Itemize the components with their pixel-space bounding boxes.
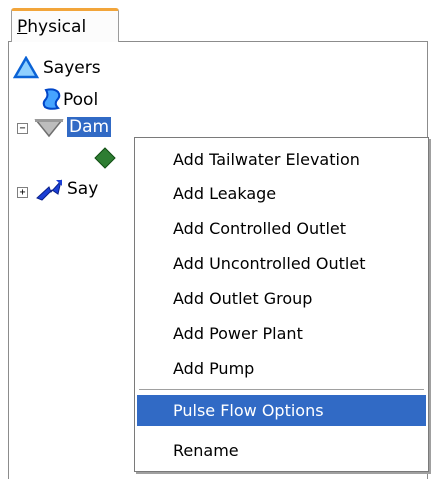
menu-separator bbox=[139, 389, 424, 391]
reach-icon bbox=[34, 178, 64, 206]
menu-item-add-tailwater-elevation[interactable]: Add Tailwater Elevation bbox=[137, 144, 426, 175]
dam-icon bbox=[34, 117, 64, 143]
tree-item-label: Pool bbox=[63, 90, 99, 110]
context-menu: Add Tailwater Elevation Add Leakage Add … bbox=[134, 137, 429, 472]
tree-item-label: Say bbox=[67, 179, 99, 199]
triangle-icon bbox=[12, 55, 40, 84]
pool-icon bbox=[41, 87, 63, 115]
tab-label: Physical bbox=[17, 17, 87, 37]
tab-physical[interactable]: Physical bbox=[11, 8, 119, 42]
menu-item-add-leakage[interactable]: Add Leakage bbox=[137, 178, 426, 209]
tree-item-outlet[interactable] bbox=[93, 146, 123, 170]
diamond-icon bbox=[93, 146, 117, 174]
menu-item-add-uncontrolled-outlet[interactable]: Add Uncontrolled Outlet bbox=[137, 248, 426, 279]
menu-item-add-power-plant[interactable]: Add Power Plant bbox=[137, 318, 426, 349]
collapse-toggle[interactable]: − bbox=[17, 123, 28, 134]
menu-item-pulse-flow-options[interactable]: Pulse Flow Options bbox=[137, 395, 426, 426]
tree-item-sayers[interactable]: Sayers bbox=[12, 55, 213, 80]
menu-item-add-controlled-outlet[interactable]: Add Controlled Outlet bbox=[137, 213, 426, 244]
tree-item-pool[interactable]: Pool bbox=[41, 87, 161, 111]
menu-item-add-pump[interactable]: Add Pump bbox=[137, 353, 426, 384]
expand-toggle[interactable]: + bbox=[17, 187, 28, 198]
tree-item-label: Sayers bbox=[43, 58, 101, 78]
menu-item-rename[interactable]: Rename bbox=[137, 435, 426, 466]
menu-item-add-outlet-group[interactable]: Add Outlet Group bbox=[137, 283, 426, 314]
tree-item-label: Dam bbox=[67, 117, 112, 137]
